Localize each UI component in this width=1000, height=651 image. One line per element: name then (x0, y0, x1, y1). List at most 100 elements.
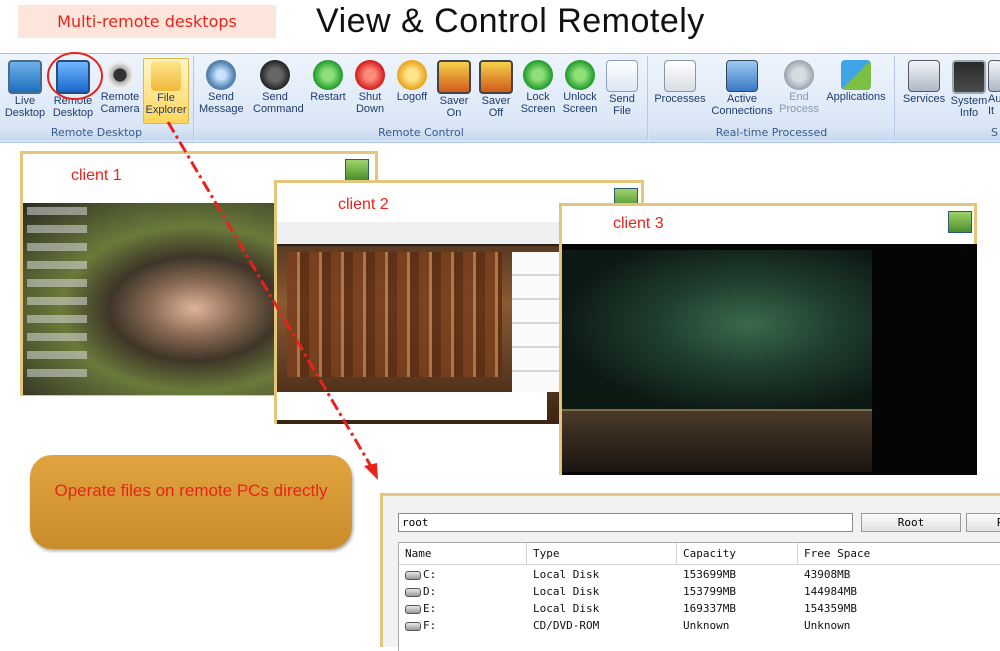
drive-capacity: 153699MB (683, 568, 736, 581)
table-row[interactable]: F: (405, 617, 436, 634)
next-button[interactable]: R (966, 513, 1000, 532)
processes-icon (664, 60, 696, 92)
drive-type: Local Disk (533, 602, 600, 615)
system-info-label: System Info (950, 95, 988, 119)
client-label: client 2 (338, 196, 389, 213)
drive-name: D: (423, 585, 437, 598)
autorun-icon (988, 60, 1000, 92)
power-icon (355, 60, 385, 90)
unlock-screen-button[interactable]: Unlock Screen (558, 58, 602, 122)
video-sidebar (512, 252, 560, 392)
send-message-label: Send Message (199, 91, 244, 115)
shut-down-button[interactable]: Shut Down (348, 58, 392, 122)
logoff-label: Logoff (396, 91, 428, 103)
saver-off-label: Saver Off (481, 95, 511, 119)
monitor-icon[interactable] (345, 159, 369, 181)
drive-capacity: Unknown (683, 619, 730, 632)
drive-icon (405, 604, 421, 614)
end-process-label: End Process (779, 91, 819, 115)
services-label: Services (902, 93, 946, 105)
send-file-label: Send File (609, 93, 635, 117)
column-header-name[interactable]: Name (399, 543, 527, 565)
file-explorer-button[interactable]: File Explorer (143, 58, 189, 124)
drive-name: F: (423, 619, 437, 632)
video-info-panel (277, 392, 547, 420)
saver-on-button[interactable]: Saver On (432, 58, 476, 122)
remote-screen-preview[interactable] (277, 222, 560, 424)
folder-search-icon (151, 61, 181, 91)
remote-desktop-label: Remote Desktop (52, 95, 94, 119)
autorun-button[interactable]: Au It (988, 58, 1000, 122)
table-row[interactable]: C: (405, 566, 436, 583)
client-label: client 1 (71, 167, 122, 184)
drive-type: Local Disk (533, 568, 600, 581)
services-button[interactable]: Services (900, 58, 948, 122)
ribbon-group-system: Services System Info Au It S (896, 56, 1000, 140)
live-desktop-button[interactable]: Live Desktop (3, 58, 47, 122)
root-button[interactable]: Root (861, 513, 961, 532)
file-explorer-label: File Explorer (145, 92, 187, 116)
client-window-3[interactable]: client 3 (559, 203, 977, 475)
services-icon (908, 60, 940, 92)
send-command-label: Send Command (253, 91, 304, 115)
column-header-free-space[interactable]: Free Space (798, 543, 1000, 565)
send-message-button[interactable]: Send Message (199, 58, 244, 122)
saver-on-label: Saver On (439, 95, 469, 119)
restart-icon (313, 60, 343, 90)
processes-label: Processes (654, 93, 706, 105)
lock-screen-button[interactable]: Lock Screen (516, 58, 560, 122)
remote-camera-button[interactable]: Remote Camera (98, 58, 142, 122)
drive-capacity: 153799MB (683, 585, 736, 598)
remote-desktop-button[interactable]: Remote Desktop (51, 58, 95, 122)
desktop-icons (27, 207, 87, 387)
active-connections-button[interactable]: Active Connections (709, 58, 775, 122)
table-row[interactable]: E: (405, 600, 436, 617)
file-explorer-panel: Root R Name Type Capacity Free Space C: … (380, 493, 1000, 651)
applications-button[interactable]: Applications (822, 58, 890, 122)
end-process-icon (784, 60, 814, 90)
drive-free-space: 144984MB (804, 585, 857, 598)
send-file-icon (606, 60, 638, 92)
drive-free-space: Unknown (804, 619, 851, 632)
active-connections-label: Active Connections (711, 93, 773, 117)
system-info-button[interactable]: System Info (947, 58, 991, 122)
live-desktop-label: Live Desktop (4, 95, 46, 119)
column-header-type[interactable]: Type (527, 543, 677, 565)
column-header-capacity[interactable]: Capacity (677, 543, 798, 565)
applications-label: Applications (826, 91, 886, 103)
unlock-screen-icon (565, 60, 595, 90)
drive-name: C: (423, 568, 437, 581)
webcam-icon (105, 60, 135, 90)
drive-free-space: 154359MB (804, 602, 857, 615)
path-input[interactable] (398, 513, 853, 532)
client-label: client 3 (613, 215, 664, 232)
notice-text: Operate files on remote PCs directly (54, 481, 328, 500)
connections-icon (726, 60, 758, 92)
remote-screen-preview[interactable] (23, 203, 275, 395)
restart-button[interactable]: Restart (306, 58, 350, 122)
ribbon-group-label: Real-time Processed (649, 126, 894, 140)
game-hud (562, 409, 872, 472)
monitor-icon[interactable] (948, 211, 972, 233)
remote-camera-label: Remote Camera (100, 91, 140, 115)
drive-capacity: 169337MB (683, 602, 736, 615)
send-file-button[interactable]: Send File (600, 58, 644, 122)
processes-button[interactable]: Processes (653, 58, 707, 122)
end-process-button[interactable]: End Process (777, 58, 821, 122)
saver-off-button[interactable]: Saver Off (474, 58, 518, 122)
lock-screen-label: Lock Screen (520, 91, 556, 115)
ribbon-group-label: Remote Control (195, 126, 647, 140)
system-info-icon (952, 60, 986, 94)
drive-type: CD/DVD-ROM (533, 619, 600, 632)
table-row[interactable]: D: (405, 583, 436, 600)
send-command-button[interactable]: Send Command (253, 58, 304, 122)
globe-icon (206, 60, 236, 90)
drive-list: Name Type Capacity Free Space C: Local D… (398, 542, 1000, 651)
logoff-button[interactable]: Logoff (390, 58, 434, 122)
drive-free-space: 43908MB (804, 568, 851, 581)
remote-screen-preview[interactable] (562, 244, 977, 475)
drive-icon (405, 570, 421, 580)
ribbon-group-realtime: Processes Active Connections End Process… (649, 56, 895, 140)
drive-icon (405, 587, 421, 597)
screensaver-off-icon (479, 60, 513, 94)
